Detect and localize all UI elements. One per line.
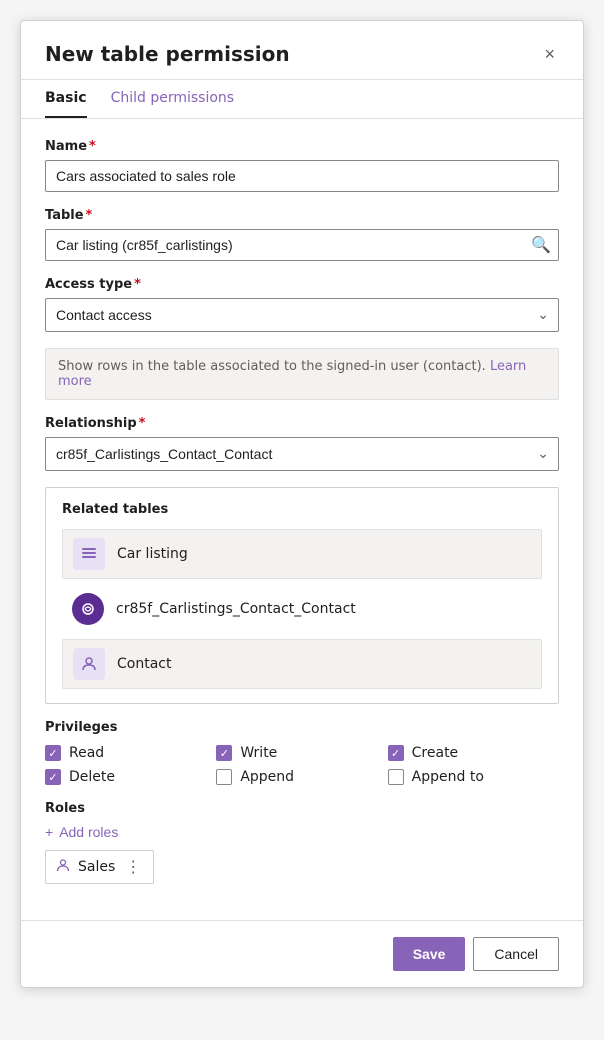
privilege-delete: Delete	[45, 769, 216, 785]
access-type-info-box: Show rows in the table associated to the…	[45, 348, 559, 400]
write-label: Write	[240, 745, 277, 761]
plus-icon: +	[45, 824, 53, 840]
access-type-select-wrap: Contact access Global access Account acc…	[45, 298, 559, 332]
privileges-section: Privileges Read Write Create Delete	[45, 720, 559, 785]
table-input[interactable]	[45, 229, 559, 261]
role-tag-menu-button[interactable]: ⋮	[123, 857, 143, 877]
add-roles-label: Add roles	[59, 824, 118, 840]
roles-list: Sales ⋮	[45, 850, 559, 884]
role-tag-sales: Sales ⋮	[45, 850, 154, 884]
relation-icon	[72, 593, 104, 625]
relationship-field-group: Relationship* cr85f_Carlistings_Contact_…	[45, 416, 559, 471]
name-label: Name*	[45, 139, 559, 154]
relationship-select-wrap: cr85f_Carlistings_Contact_Contact ⌄	[45, 437, 559, 471]
contact-icon	[73, 648, 105, 680]
create-checkbox[interactable]	[388, 745, 404, 761]
read-label: Read	[69, 745, 104, 761]
table-icon	[73, 538, 105, 570]
privilege-append: Append	[216, 769, 387, 785]
save-button[interactable]: Save	[393, 937, 466, 971]
delete-checkbox[interactable]	[45, 769, 61, 785]
append-to-label: Append to	[412, 769, 484, 785]
dialog-body: Name* Table* 🔍 Access type* Contact acce…	[21, 119, 583, 920]
tabs-bar: Basic Child permissions	[21, 80, 583, 119]
close-button[interactable]: ×	[540, 41, 559, 67]
create-label: Create	[412, 745, 459, 761]
privilege-append-to: Append to	[388, 769, 559, 785]
privileges-grid: Read Write Create Delete Append	[45, 745, 559, 785]
privilege-create: Create	[388, 745, 559, 761]
add-roles-button[interactable]: + Add roles	[45, 824, 118, 840]
tab-basic[interactable]: Basic	[45, 80, 87, 118]
table-item-name: cr85f_Carlistings_Contact_Contact	[116, 601, 356, 617]
dialog-footer: Save Cancel	[21, 920, 583, 987]
write-checkbox[interactable]	[216, 745, 232, 761]
access-type-select[interactable]: Contact access Global access Account acc…	[45, 298, 559, 332]
tab-child-permissions[interactable]: Child permissions	[111, 80, 235, 118]
table-item-name: Car listing	[117, 546, 188, 562]
privileges-title: Privileges	[45, 720, 559, 735]
append-label: Append	[240, 769, 294, 785]
access-type-label: Access type*	[45, 277, 559, 292]
new-table-permission-dialog: New table permission × Basic Child permi…	[20, 20, 584, 988]
related-tables-box: Related tables Car listing	[45, 487, 559, 704]
table-label: Table*	[45, 208, 559, 223]
cancel-button[interactable]: Cancel	[473, 937, 559, 971]
list-item: cr85f_Carlistings_Contact_Contact	[62, 585, 542, 633]
relationship-select[interactable]: cr85f_Carlistings_Contact_Contact	[45, 437, 559, 471]
list-item: Contact	[62, 639, 542, 689]
related-tables-title: Related tables	[62, 502, 542, 517]
read-checkbox[interactable]	[45, 745, 61, 761]
table-field-group: Table* 🔍	[45, 208, 559, 261]
dialog-header: New table permission ×	[21, 21, 583, 80]
dialog-title: New table permission	[45, 42, 290, 66]
role-person-icon	[56, 858, 70, 876]
privilege-read: Read	[45, 745, 216, 761]
table-search-wrap: 🔍	[45, 229, 559, 261]
role-name: Sales	[78, 859, 115, 875]
relationship-label: Relationship*	[45, 416, 559, 431]
roles-section: Roles + Add roles Sales ⋮	[45, 801, 559, 884]
delete-label: Delete	[69, 769, 115, 785]
append-to-checkbox[interactable]	[388, 769, 404, 785]
roles-title: Roles	[45, 801, 559, 816]
access-type-field-group: Access type* Contact access Global acces…	[45, 277, 559, 332]
name-field-group: Name*	[45, 139, 559, 192]
table-search-icon[interactable]: 🔍	[531, 235, 551, 255]
append-checkbox[interactable]	[216, 769, 232, 785]
list-item: Car listing	[62, 529, 542, 579]
name-input[interactable]	[45, 160, 559, 192]
table-item-name: Contact	[117, 656, 171, 672]
privilege-write: Write	[216, 745, 387, 761]
